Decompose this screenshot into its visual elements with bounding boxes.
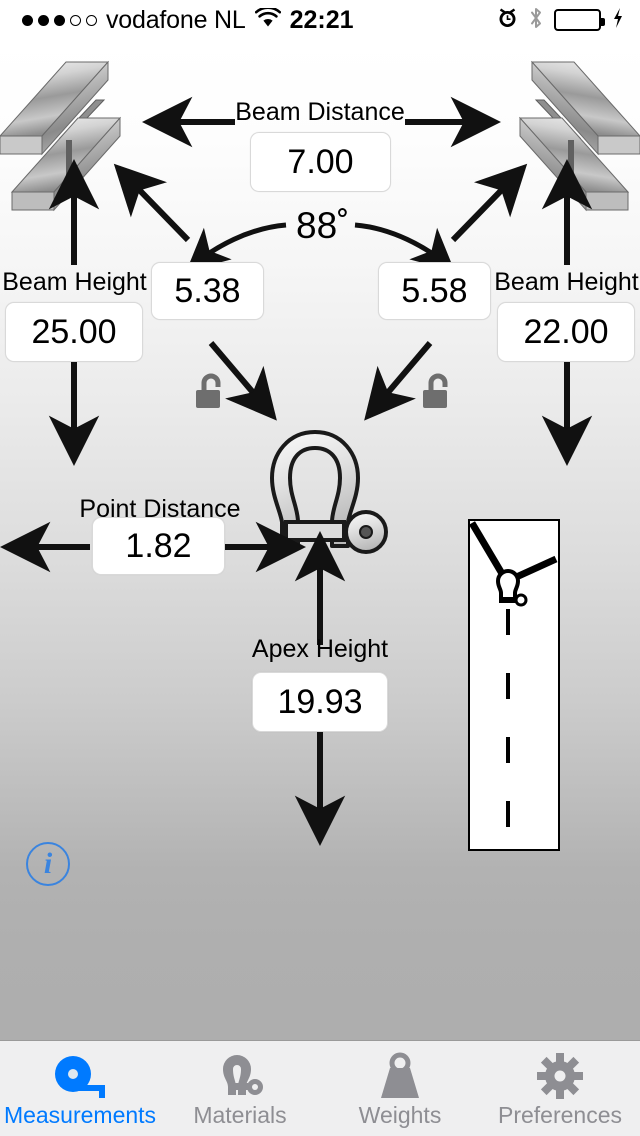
tab-label-materials: Materials xyxy=(193,1102,287,1128)
app-root: vodafone NL 22:21 Beam Distance 7.00 88˚… xyxy=(0,0,640,1136)
i-beam-right xyxy=(518,60,640,212)
shackle-icon xyxy=(270,430,388,554)
sling-angle-diagram xyxy=(468,519,560,851)
apex-height-label: Apex Height xyxy=(251,635,389,663)
status-bar-left: vodafone NL 22:21 xyxy=(22,0,354,40)
beam-distance-label: Beam Distance xyxy=(235,98,405,126)
alarm-clock-icon xyxy=(497,7,518,34)
tab-bar: Measurements Materials Weights Preferenc… xyxy=(0,1040,640,1136)
sling-right-field[interactable]: 5.58 xyxy=(378,262,491,320)
battery-icon xyxy=(554,9,605,31)
tab-materials[interactable]: Materials xyxy=(160,1041,320,1136)
lock-icons xyxy=(196,373,448,408)
info-glyph: i xyxy=(43,847,53,880)
gear-icon xyxy=(537,1051,583,1101)
status-bar-right xyxy=(497,0,624,40)
weight-icon xyxy=(375,1051,425,1101)
point-distance-field[interactable]: 1.82 xyxy=(92,517,225,575)
tab-label-measurements: Measurements xyxy=(3,1102,157,1128)
shackle-icon xyxy=(215,1051,265,1101)
beam-height-left-field[interactable]: 25.00 xyxy=(5,302,143,362)
unlocked-padlock-icon-left xyxy=(196,373,221,408)
apex-height-field[interactable]: 19.93 xyxy=(252,672,388,732)
charging-bolt-icon xyxy=(612,7,624,34)
sling-left-field[interactable]: 5.38 xyxy=(151,262,264,320)
diagram-content xyxy=(468,521,558,841)
i-beam-left xyxy=(0,60,122,212)
tab-label-weights: Weights xyxy=(358,1102,442,1128)
sling-angle-label: 88˚ xyxy=(296,205,350,246)
beam-distance-field[interactable]: 7.00 xyxy=(250,132,391,192)
tape-measure-icon xyxy=(52,1051,108,1101)
clock-label: 22:21 xyxy=(289,5,354,34)
unlocked-padlock-icon-right xyxy=(423,373,448,408)
bluetooth-icon xyxy=(529,7,543,34)
beam-height-left-label: Beam Height xyxy=(2,268,147,296)
tab-measurements[interactable]: Measurements xyxy=(0,1041,160,1136)
tab-preferences[interactable]: Preferences xyxy=(480,1041,640,1136)
measurement-canvas: Beam Distance 7.00 88˚ Beam Height 25.00… xyxy=(0,40,640,1040)
beam-height-right-label: Beam Height xyxy=(494,268,639,296)
info-icon[interactable]: i xyxy=(26,842,70,886)
tab-label-preferences: Preferences xyxy=(497,1102,622,1128)
wifi-icon xyxy=(254,5,281,33)
signal-strength-icon xyxy=(22,14,97,26)
beam-height-right-field[interactable]: 22.00 xyxy=(497,302,635,362)
tab-weights[interactable]: Weights xyxy=(320,1041,480,1136)
status-bar: vodafone NL 22:21 xyxy=(0,0,640,40)
carrier-label: vodafone NL xyxy=(106,5,246,34)
